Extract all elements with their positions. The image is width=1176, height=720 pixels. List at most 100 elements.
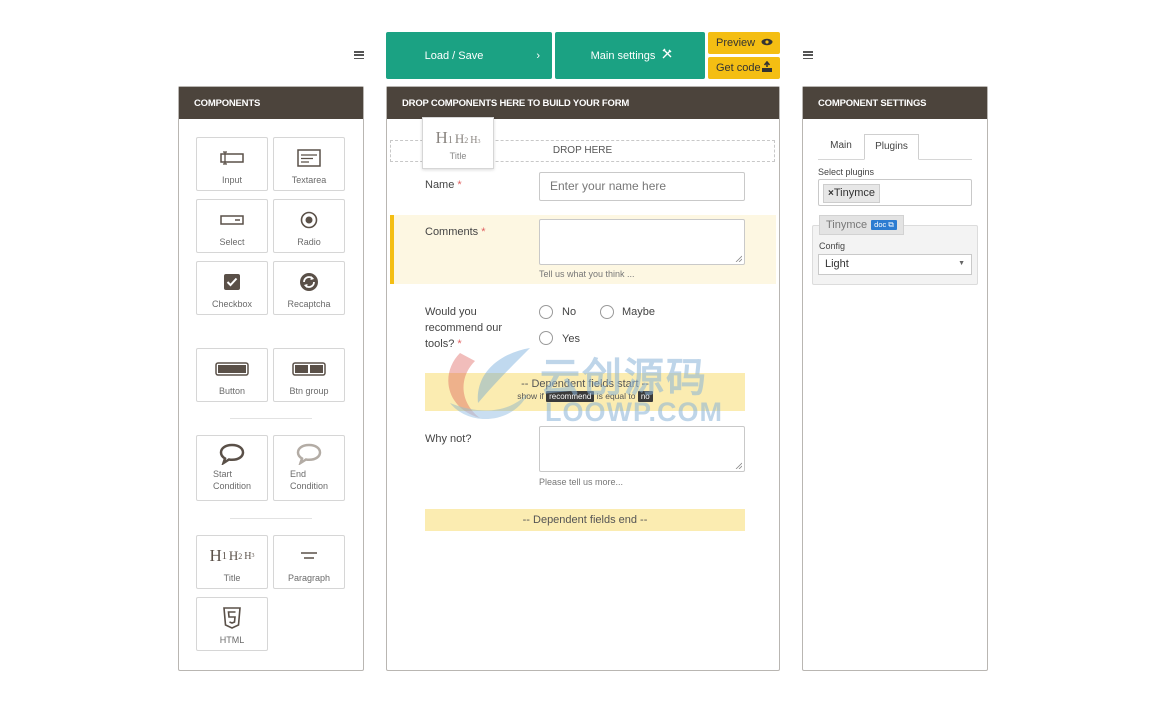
comments-textarea[interactable]	[539, 219, 745, 265]
radio-yes-label: Yes	[562, 333, 580, 345]
tools-icon	[661, 48, 673, 63]
component-title[interactable]: H1H2H3 Title	[196, 535, 268, 589]
component-label-line2: Condition	[213, 481, 252, 491]
chevron-right-icon: ›	[536, 49, 540, 62]
plugin-box-title-text: Tinymce	[826, 219, 868, 231]
radio-yes[interactable]	[539, 331, 553, 345]
component-label: Btn group	[289, 386, 329, 396]
main-settings-label: Main settings	[590, 49, 656, 62]
plugin-chip-label: Tinymce	[833, 187, 875, 199]
config-select[interactable]: Light ▼	[818, 254, 972, 275]
radio-maybe[interactable]	[600, 305, 614, 319]
name-label: Name *	[425, 177, 462, 193]
component-label: Textarea	[291, 175, 327, 185]
config-label: Config	[819, 241, 846, 251]
name-label-text: Name	[425, 179, 455, 191]
heading-icon: H1H2H3	[435, 128, 481, 147]
preview-button[interactable]: Preview	[708, 32, 780, 54]
tab-plugins[interactable]: Plugins	[864, 134, 919, 160]
recaptcha-icon	[274, 272, 344, 292]
textarea-icon	[274, 148, 344, 168]
config-select-value: Light	[825, 258, 849, 270]
dependent-start-label: -- Dependent fields start --	[521, 378, 649, 390]
component-label: Start Condition	[213, 468, 251, 492]
component-label: Title	[223, 573, 241, 583]
component-btn-group[interactable]: Btn group	[273, 348, 345, 402]
select-plugins-label: Select plugins	[818, 167, 875, 177]
html5-icon	[197, 607, 267, 629]
load-save-button[interactable]: Load / Save ›	[386, 32, 552, 79]
component-label: End Condition	[290, 468, 328, 492]
recommend-label: Would you recommend our tools? *	[425, 304, 502, 352]
form-panel-header: DROP COMPONENTS HERE TO BUILD YOUR FORM	[387, 87, 779, 119]
resize-handle-icon[interactable]	[735, 255, 742, 262]
dragged-title-label: Title	[449, 151, 467, 161]
dragged-title-component[interactable]: H1 H2 H3 Title	[422, 117, 494, 169]
checkbox-icon	[197, 272, 267, 292]
component-recaptcha[interactable]: Recaptcha	[273, 261, 345, 315]
doc-badge[interactable]: doc ⧉	[871, 220, 897, 231]
tab-main[interactable]: Main	[820, 134, 862, 159]
component-checkbox[interactable]: Checkbox	[196, 261, 268, 315]
condition-value-tag: no	[637, 391, 653, 402]
divider	[230, 418, 312, 419]
btn-group-icon	[274, 359, 344, 379]
radio-icon	[274, 210, 344, 230]
get-code-label: Get code	[716, 62, 761, 74]
component-paragraph[interactable]: Paragraph	[273, 535, 345, 589]
name-placeholder: Enter your name here	[550, 179, 667, 193]
get-code-button[interactable]: Get code	[708, 57, 780, 79]
component-radio[interactable]: Radio	[273, 199, 345, 253]
component-textarea[interactable]: Textarea	[273, 137, 345, 191]
paragraph-icon	[274, 546, 344, 566]
condition-field-tag: recommend	[546, 391, 595, 402]
dependent-fields-start[interactable]: -- Dependent fields start -- show if rec…	[425, 373, 745, 411]
chevron-down-icon: ▼	[958, 260, 965, 267]
input-icon	[197, 148, 267, 168]
dependent-condition: show if recommend is equal to no	[425, 391, 745, 402]
required-mark: *	[457, 338, 462, 350]
doc-badge-label: doc	[874, 220, 887, 230]
main-settings-button[interactable]: Main settings	[555, 32, 705, 79]
component-label: Select	[219, 237, 245, 247]
component-end-condition[interactable]: End Condition	[273, 435, 345, 501]
whynot-label: Why not?	[425, 433, 472, 445]
whynot-help-text: Please tell us more...	[539, 477, 624, 487]
dependent-end-label: -- Dependent fields end --	[522, 514, 648, 526]
load-save-label: Load / Save	[424, 49, 484, 62]
radio-no[interactable]	[539, 305, 553, 319]
radio-maybe-label: Maybe	[622, 306, 656, 318]
component-select[interactable]: Select	[196, 199, 268, 253]
chat-bubble-outline-icon	[274, 443, 344, 465]
recommend-label-line1: Would you	[425, 306, 477, 318]
drop-here-label: DROP HERE	[552, 145, 613, 156]
component-start-condition[interactable]: Start Condition	[196, 435, 268, 501]
component-label: Radio	[297, 237, 321, 247]
external-link-icon: ⧉	[888, 220, 894, 230]
resize-handle-icon[interactable]	[735, 462, 742, 469]
comments-label-text: Comments	[425, 226, 479, 238]
component-input[interactable]: Input	[196, 137, 268, 191]
component-label-line1: Start	[213, 469, 233, 479]
component-button[interactable]: Button	[196, 348, 268, 402]
dependent-fields-end[interactable]: -- Dependent fields end --	[425, 509, 745, 531]
required-mark: *	[457, 179, 462, 191]
settings-panel-header: COMPONENT SETTINGS	[803, 87, 987, 119]
button-icon	[197, 359, 267, 379]
component-label-line1: End	[290, 469, 307, 479]
plugin-box-title: Tinymce doc ⧉	[819, 215, 904, 235]
component-html[interactable]: HTML	[196, 597, 268, 651]
components-panel-header: COMPONENTS	[179, 87, 363, 119]
component-label-line2: Condition	[290, 481, 329, 491]
left-menu-icon[interactable]	[354, 51, 364, 60]
heading-icon: H1H2H3	[209, 546, 255, 565]
name-input[interactable]: Enter your name here	[539, 172, 745, 201]
download-icon	[761, 60, 773, 73]
right-menu-icon[interactable]	[803, 51, 813, 60]
divider	[230, 518, 312, 519]
component-label: Button	[218, 386, 246, 396]
whynot-textarea[interactable]	[539, 426, 745, 472]
form-panel-title: DROP COMPONENTS HERE TO BUILD YOUR FORM	[402, 97, 630, 109]
recommend-label-line2: recommend our	[425, 322, 503, 334]
plugin-chip[interactable]: ×Tinymce	[823, 184, 880, 203]
